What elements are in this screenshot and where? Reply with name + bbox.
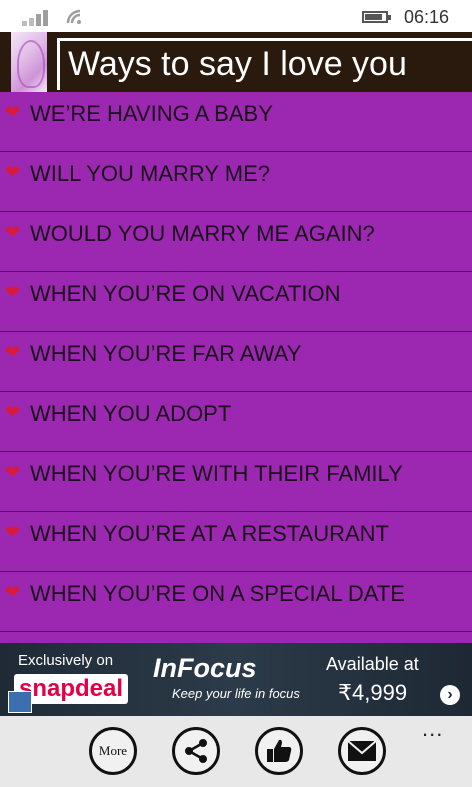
list-item-label: WHEN YOU’RE ON A SPECIAL DATE — [30, 581, 405, 606]
email-button[interactable] — [338, 727, 386, 775]
list-item-label: WILL YOU MARRY ME? — [30, 161, 271, 186]
signal-strength-icon — [22, 8, 52, 26]
list-item[interactable]: ❤ WHEN YOU’RE AT A RESTAURANT — [0, 512, 472, 572]
list-item[interactable]: ❤ WOULD YOU MARRY ME AGAIN? — [0, 212, 472, 272]
infocus-logo: InFocus — [153, 653, 257, 683]
app-bar: ... More — [0, 716, 472, 787]
thumbs-up-icon — [267, 739, 292, 762]
list-item-label: WHEN YOU’RE ON VACATION — [30, 281, 341, 306]
list-item-label: WHEN YOU’RE AT A RESTAURANT — [30, 521, 389, 546]
heart-icon: ❤ — [5, 342, 21, 362]
heart-icon: ❤ — [5, 582, 21, 602]
more-button[interactable]: More — [89, 727, 137, 775]
ad-exclusive-label: Exclusively on — [18, 652, 114, 669]
list-item[interactable]: ❤ WE’RE HAVING A BABY — [0, 92, 472, 152]
heart-icon: ❤ — [5, 102, 21, 122]
share-button[interactable] — [172, 727, 220, 775]
battery-icon — [362, 11, 391, 23]
list-item[interactable]: ❤ WHEN YOU’RE ON VACATION — [0, 272, 472, 332]
ad-banner[interactable]: Exclusively on snapdeal InFocus Keep you… — [0, 643, 472, 716]
ad-available-label: Available at — [326, 654, 419, 674]
mail-icon — [347, 740, 377, 761]
ad-price: ₹4,999 — [338, 680, 408, 705]
heart-icon: ❤ — [5, 462, 21, 482]
list-item-label: WHEN YOU ADOPT — [30, 401, 232, 426]
status-bar: 06:16 — [0, 0, 472, 32]
heart-icon: ❤ — [5, 282, 21, 302]
list-item-label: WE’RE HAVING A BABY — [30, 101, 273, 126]
page-title: Ways to say I love you — [68, 45, 407, 83]
share-icon — [185, 739, 207, 763]
list-item-label: WHEN YOU’RE WITH THEIR FAMILY — [30, 461, 403, 486]
phrase-list: ❤ WE’RE HAVING A BABY ❤ WILL YOU MARRY M… — [0, 92, 472, 632]
list-item[interactable]: ❤ WHEN YOU’RE ON A SPECIAL DATE — [0, 572, 472, 632]
list-item[interactable]: ❤ WHEN YOU ADOPT — [0, 392, 472, 452]
title-box: Ways to say I love you — [57, 38, 472, 90]
heart-icon: ❤ — [5, 402, 21, 422]
ad-info-icon[interactable] — [8, 691, 32, 713]
heart-icon: ❤ — [5, 222, 21, 242]
chevron-right-icon[interactable]: › — [440, 685, 460, 705]
ad-tagline: Keep your life in focus — [172, 686, 300, 701]
list-item[interactable]: ❤ WILL YOU MARRY ME? — [0, 152, 472, 212]
list-item[interactable]: ❤ WHEN YOU’RE FAR AWAY — [0, 332, 472, 392]
list-item[interactable]: ❤ WHEN YOU’RE WITH THEIR FAMILY — [0, 452, 472, 512]
heart-icon: ❤ — [5, 162, 21, 182]
list-item-label: WOULD YOU MARRY ME AGAIN? — [30, 221, 375, 246]
clock-time: 06:16 — [404, 7, 450, 27]
wifi-icon — [66, 9, 81, 24]
list-item-label: WHEN YOU’RE FAR AWAY — [30, 341, 302, 366]
heart-icon: ❤ — [5, 522, 21, 542]
ellipsis-menu-button[interactable]: ... — [422, 716, 443, 742]
like-button[interactable] — [255, 727, 303, 775]
app-header: Ways to say I love you — [0, 32, 472, 92]
app-logo — [11, 32, 47, 92]
